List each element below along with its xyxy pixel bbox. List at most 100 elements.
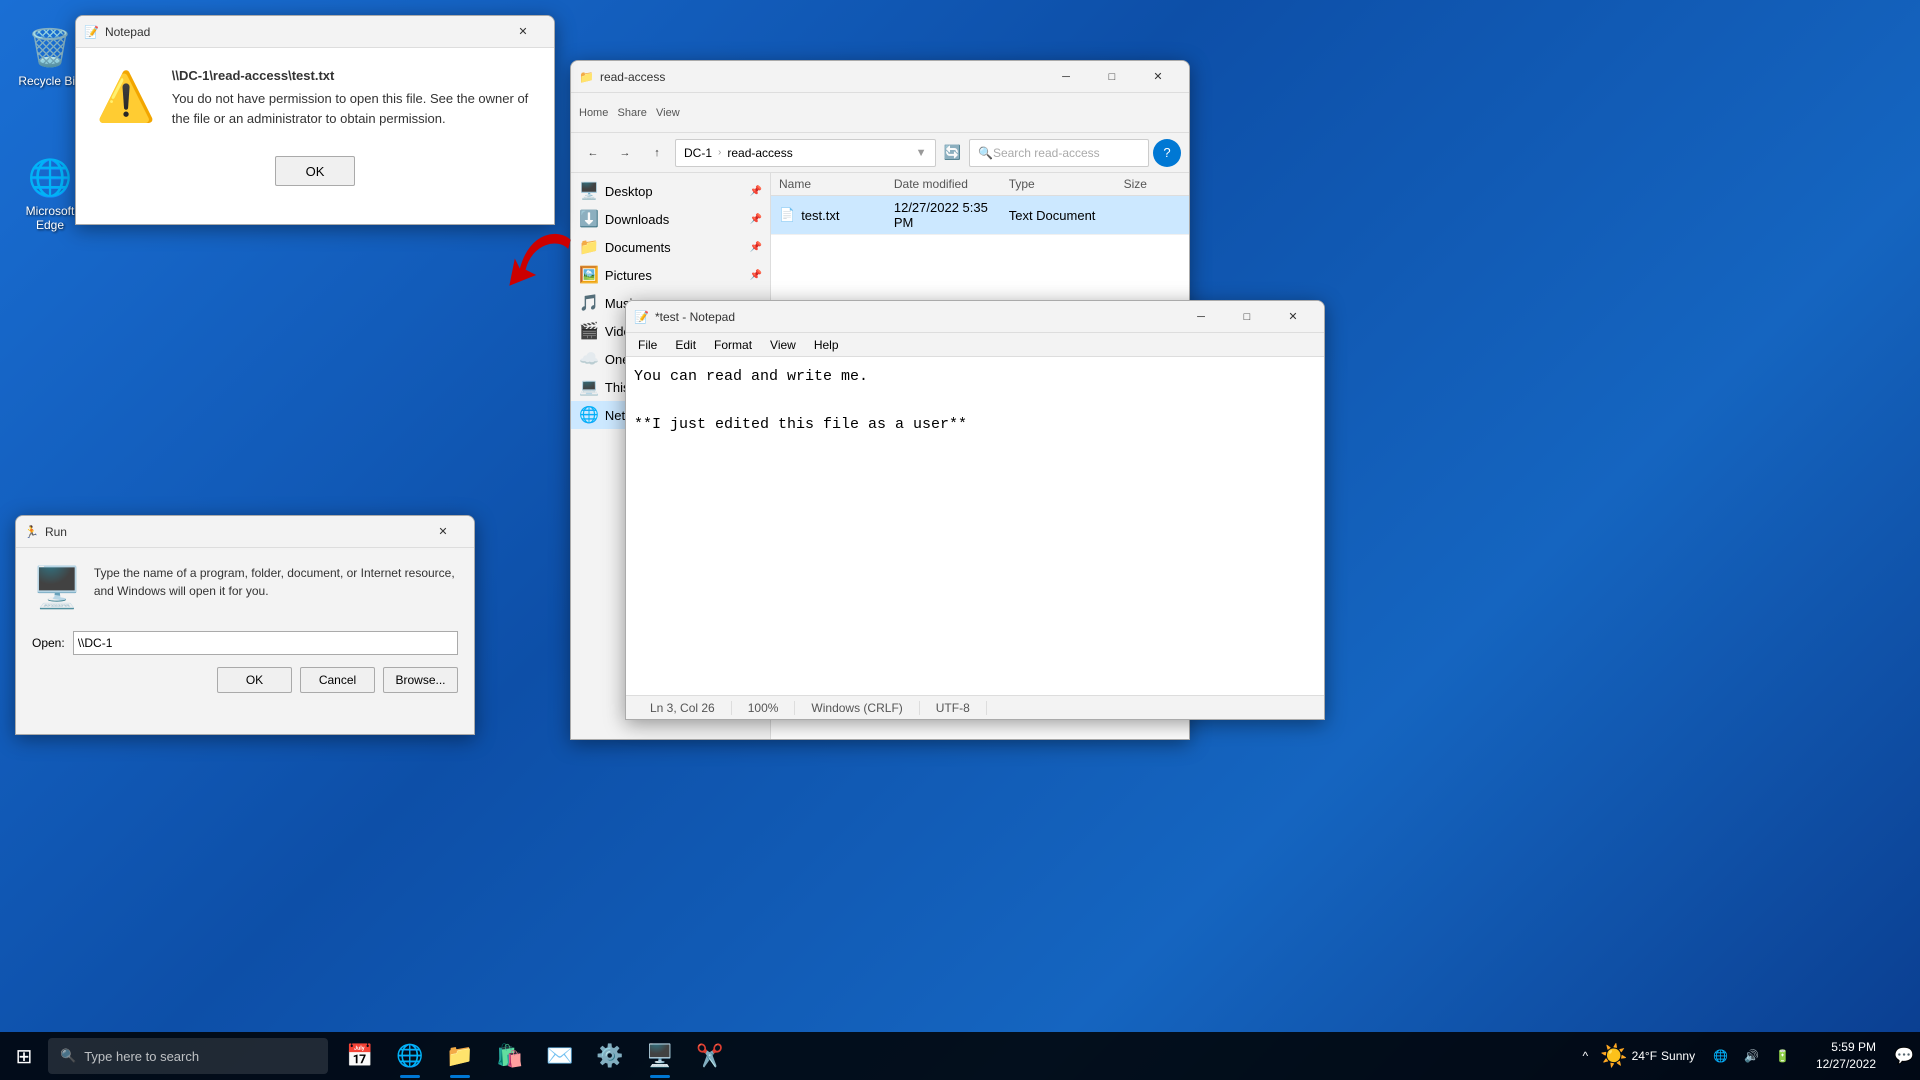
run-input-row: Open:: [16, 627, 474, 659]
taskbar-search-box[interactable]: 🔍 Type here to search: [48, 1038, 328, 1074]
status-position: Ln 3, Col 26: [634, 701, 732, 715]
menu-edit[interactable]: Edit: [667, 336, 704, 354]
notepad-menu: File Edit Format View Help: [626, 333, 1324, 357]
documents-nav-icon: 📁: [579, 237, 599, 257]
onedrive-nav-icon: ☁️: [579, 349, 599, 369]
taskbar-app-calendar[interactable]: 📅: [336, 1032, 384, 1080]
notepad-line3: **I just edited this file as a user**: [634, 413, 1316, 437]
run-ok-button[interactable]: OK: [217, 667, 292, 693]
taskbar-app-settings[interactable]: ⚙️: [586, 1032, 634, 1080]
sidebar-documents-label: Documents: [605, 240, 671, 255]
sidebar-item-pictures[interactable]: 🖼️ Pictures 📌: [571, 261, 770, 289]
rdp-taskbar-icon: 🖥️: [646, 1043, 673, 1069]
breadcrumb-dc1: DC-1: [684, 146, 712, 160]
battery-icon[interactable]: 🔋: [1769, 1047, 1796, 1065]
refresh-button[interactable]: 🔄: [940, 140, 965, 165]
network-sys-icon[interactable]: 🌐: [1707, 1047, 1734, 1065]
taskbar-app-mail[interactable]: ✉️: [536, 1032, 584, 1080]
desktop-nav-icon: 🖥️: [579, 181, 599, 201]
sidebar-item-documents[interactable]: 📁 Documents 📌: [571, 233, 770, 261]
taskbar-app-store[interactable]: 🛍️: [486, 1032, 534, 1080]
up-button[interactable]: ↑: [643, 137, 671, 169]
menu-file[interactable]: File: [630, 336, 665, 354]
notepad-close-button[interactable]: ✕: [1270, 301, 1316, 333]
address-bar[interactable]: DC-1 › read-access ▼: [675, 139, 936, 167]
notepad-title-icon: 📝: [634, 310, 649, 324]
notepad-titlebar: 📝 *test - Notepad ─ □ ✕: [626, 301, 1324, 333]
notepad-icon: 📝: [84, 25, 99, 39]
explorer-toolbar: ← → ↑ DC-1 › read-access ▼ 🔄 🔍 Search re…: [571, 133, 1189, 173]
taskbar-weather[interactable]: ☀️ 24°F Sunny: [1592, 1032, 1703, 1080]
file-type: Text Document: [1009, 208, 1124, 223]
run-footer: OK Cancel Browse...: [16, 659, 474, 701]
recycle-bin-label: Recycle Bin: [18, 74, 81, 88]
pin-icon-pictures: 📌: [750, 270, 762, 281]
menu-format[interactable]: Format: [706, 336, 760, 354]
status-zoom: 100%: [732, 701, 796, 715]
run-close-button[interactable]: ✕: [420, 516, 466, 548]
error-ok-button[interactable]: OK: [275, 156, 355, 186]
run-titlebar: 🏃 Run ✕: [16, 516, 474, 548]
close-button[interactable]: ✕: [1135, 61, 1181, 93]
back-button[interactable]: ←: [579, 137, 607, 169]
downloads-nav-icon: ⬇️: [579, 209, 599, 229]
taskbar-app-explorer[interactable]: 📁: [436, 1032, 484, 1080]
help-button[interactable]: ?: [1153, 139, 1181, 167]
sidebar-item-downloads[interactable]: ⬇️ Downloads 📌: [571, 205, 770, 233]
clock-time: 5:59 PM: [1816, 1039, 1876, 1056]
sidebar-pictures-label: Pictures: [605, 268, 652, 283]
pictures-nav-icon: 🖼️: [579, 265, 599, 285]
taskbar-app-edge[interactable]: 🌐: [386, 1032, 434, 1080]
search-placeholder: Search read-access: [993, 146, 1100, 160]
show-hidden-icon[interactable]: ^: [1583, 1049, 1589, 1063]
taskbar-search-text: Type here to search: [84, 1049, 199, 1064]
edge-icon: 🌐: [26, 154, 74, 202]
col-type: Type: [1009, 177, 1124, 191]
status-encoding: UTF-8: [920, 701, 987, 715]
sidebar-item-desktop[interactable]: 🖥️ Desktop 📌: [571, 177, 770, 205]
search-icon: 🔍: [60, 1048, 76, 1064]
notepad-statusbar: Ln 3, Col 26 100% Windows (CRLF) UTF-8: [626, 695, 1324, 719]
notepad-maximize-button[interactable]: □: [1224, 301, 1270, 333]
error-close-button[interactable]: ✕: [500, 16, 546, 48]
error-titlebar: 📝 Notepad ✕: [76, 16, 554, 48]
explorer-taskbar-icon: 📁: [446, 1043, 473, 1069]
forward-button[interactable]: →: [611, 137, 639, 169]
clock-date: 12/27/2022: [1816, 1056, 1876, 1073]
run-dialog: 🏃 Run ✕ 🖥️ Type the name of a program, f…: [15, 515, 475, 735]
pin-icon-documents: 📌: [750, 242, 762, 253]
error-body: ⚠️ \\DC-1\read-access\test.txt You do no…: [76, 48, 554, 148]
run-cancel-button[interactable]: Cancel: [300, 667, 375, 693]
file-date: 12/27/2022 5:35 PM: [894, 200, 1009, 230]
start-button[interactable]: ⊞: [0, 1032, 48, 1080]
folder-icon: 📁: [579, 70, 594, 84]
notification-button[interactable]: 💬: [1888, 1032, 1920, 1080]
maximize-button[interactable]: □: [1089, 61, 1135, 93]
txt-file-icon: 📄: [779, 207, 795, 223]
weather-temp: 24°F: [1632, 1049, 1657, 1063]
menu-help[interactable]: Help: [806, 336, 847, 354]
taskbar-app-rdp[interactable]: 🖥️: [636, 1032, 684, 1080]
table-row[interactable]: 📄 test.txt 12/27/2022 5:35 PM Text Docum…: [771, 196, 1189, 235]
col-size: Size: [1124, 177, 1181, 191]
notepad-content-area[interactable]: You can read and write me. **I just edit…: [626, 357, 1324, 695]
videos-nav-icon: 🎬: [579, 321, 599, 341]
search-box[interactable]: 🔍 Search read-access: [969, 139, 1149, 167]
volume-icon[interactable]: 🔊: [1738, 1047, 1765, 1065]
file-explorer-titlebar: 📁 read-access ─ □ ✕: [571, 61, 1189, 93]
taskbar-app-snip[interactable]: ✂️: [686, 1032, 734, 1080]
file-list-header: Name Date modified Type Size: [771, 173, 1189, 196]
warning-icon: ⚠️: [96, 68, 156, 128]
notepad-controls: ─ □ ✕: [1178, 301, 1316, 333]
run-browse-button[interactable]: Browse...: [383, 667, 458, 693]
sidebar-downloads-label: Downloads: [605, 212, 669, 227]
edge-taskbar-icon: 🌐: [396, 1043, 423, 1069]
menu-view[interactable]: View: [762, 336, 804, 354]
pin-icon-desktop: 📌: [750, 186, 762, 197]
notepad-line2: [634, 389, 1316, 413]
taskbar-clock[interactable]: 5:59 PM 12/27/2022: [1804, 1039, 1888, 1073]
notepad-minimize-button[interactable]: ─: [1178, 301, 1224, 333]
minimize-button[interactable]: ─: [1043, 61, 1089, 93]
run-open-input[interactable]: [73, 631, 458, 655]
error-footer: OK: [76, 148, 554, 202]
